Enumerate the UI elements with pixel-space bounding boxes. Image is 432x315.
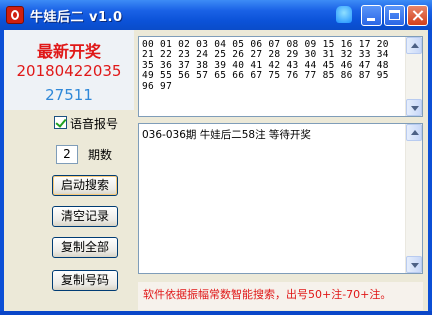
clear-records-button[interactable]: 清空记录 (52, 206, 118, 227)
help-shirt-button[interactable] (333, 4, 355, 26)
title-bar[interactable]: 牛娃后二 v1.0 (0, 0, 432, 30)
minimize-button[interactable] (361, 5, 382, 26)
scroll-up-arrow-icon[interactable] (406, 37, 422, 54)
numbers-textarea[interactable]: 00 01 02 03 04 05 06 07 08 09 15 16 17 2… (138, 36, 423, 117)
log-textarea[interactable]: 036-036期 牛娃后二58注 等待开奖 (138, 123, 423, 274)
start-search-button[interactable]: 启动搜索 (52, 175, 118, 196)
shirt-icon (336, 6, 352, 23)
app-window: 牛娃后二 v1.0 最新开奖 20180422035 27511 00 01 0… (0, 0, 432, 315)
latest-draw-panel: 最新开奖 20180422035 27511 (4, 30, 134, 110)
numbers-text: 00 01 02 03 04 05 06 07 08 09 15 16 17 2… (142, 39, 395, 92)
numbers-scrollbar[interactable] (405, 37, 422, 116)
scroll-down-arrow-icon[interactable] (406, 99, 422, 116)
notice-text: 软件依据振幅常数智能搜索，出号50+注-70+注。 (138, 282, 423, 310)
voice-checkbox-label[interactable]: 语音报号 (70, 115, 118, 132)
log-scrollbar[interactable] (405, 124, 422, 273)
copy-all-button[interactable]: 复制全部 (52, 237, 118, 258)
window-title: 牛娃后二 v1.0 (30, 10, 123, 25)
maximize-button[interactable] (384, 5, 405, 26)
periods-input[interactable]: 2 (56, 145, 78, 164)
app-logo-icon[interactable] (6, 6, 24, 24)
draw-count: 27511 (45, 86, 93, 104)
copy-numbers-button[interactable]: 复制号码 (52, 270, 118, 291)
latest-draw-heading: 最新开奖 (36, 42, 101, 61)
voice-checkbox[interactable] (54, 116, 67, 129)
close-button[interactable] (407, 5, 428, 26)
latest-period-number: 20180422035 (16, 62, 122, 80)
scroll-up-arrow-icon[interactable] (406, 124, 422, 141)
window-bottom-border (0, 311, 432, 315)
client-area: 最新开奖 20180422035 27511 00 01 02 03 04 05… (4, 30, 428, 311)
periods-label: 期数 (88, 148, 113, 162)
log-text: 036-036期 牛娃后二58注 等待开奖 (142, 129, 311, 141)
scroll-down-arrow-icon[interactable] (406, 256, 422, 273)
